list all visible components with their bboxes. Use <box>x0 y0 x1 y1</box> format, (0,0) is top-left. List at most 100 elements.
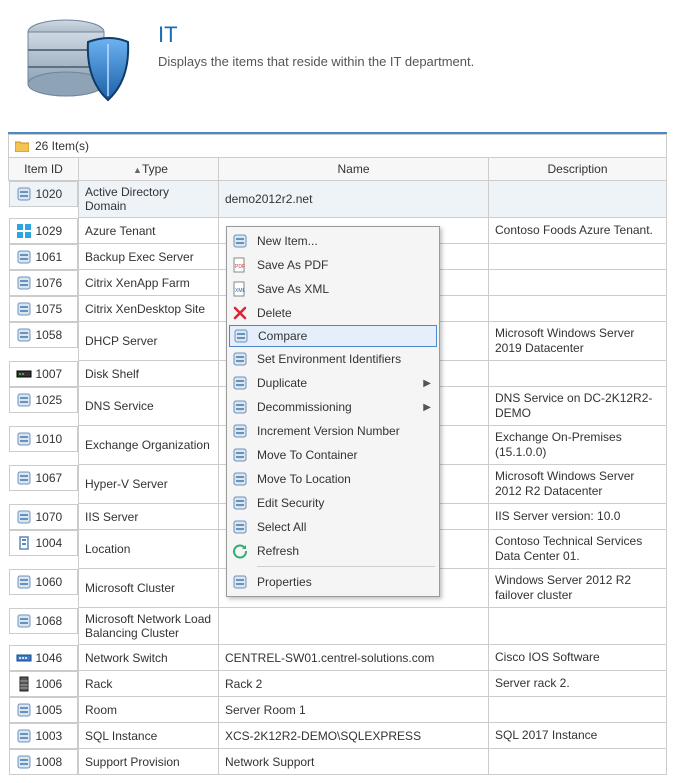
cell-type: Microsoft Network Load Balancing Cluster <box>79 608 219 645</box>
cell-name: Server Room 1 <box>219 697 489 723</box>
context-menu-item[interactable]: Set Environment Identifiers <box>229 347 437 371</box>
column-header-name[interactable]: Name <box>219 158 489 181</box>
xml-icon: XML <box>231 280 249 298</box>
cell-name <box>219 608 489 645</box>
context-menu-item[interactable]: Select All <box>229 515 437 539</box>
sql-icon <box>16 728 32 744</box>
context-menu-label: Save As PDF <box>257 258 431 272</box>
context-menu-label: Move To Container <box>257 448 431 462</box>
table-row[interactable]: 1003SQL InstanceXCS-2K12R2-DEMO\SQLEXPRE… <box>9 723 667 749</box>
cell-description: SQL 2017 Instance <box>489 723 667 749</box>
cell-id: 1020 <box>36 187 63 201</box>
context-menu-item[interactable]: PDF Save As PDF <box>229 253 437 277</box>
column-header-id[interactable]: Item ID <box>9 158 79 181</box>
context-menu-item[interactable]: Decommissioning▶ <box>229 395 437 419</box>
compare-icon <box>232 327 250 345</box>
azure-icon <box>16 223 32 239</box>
table-row[interactable]: 1020Active Directory Domaindemo2012r2.ne… <box>9 181 667 218</box>
page-title: IT <box>158 22 474 48</box>
context-menu-label: Delete <box>257 306 431 320</box>
properties-icon <box>231 573 249 591</box>
context-menu-item[interactable]: Properties <box>229 570 437 594</box>
cell-id: 1076 <box>36 276 63 290</box>
context-menu-item[interactable]: Compare <box>229 325 437 347</box>
context-menu-item[interactable]: XMLSave As XML <box>229 277 437 301</box>
context-menu-item[interactable]: Move To Location <box>229 467 437 491</box>
context-menu-label: Compare <box>258 329 430 343</box>
cell-description: IIS Server version: 10.0 <box>489 504 667 530</box>
cell-type: Hyper-V Server <box>79 465 219 504</box>
exchange-icon <box>16 431 32 447</box>
context-menu-label: Edit Security <box>257 496 431 510</box>
cell-type: DNS Service <box>79 387 219 426</box>
column-header-description[interactable]: Description <box>489 158 667 181</box>
cell-type: Citrix XenApp Farm <box>79 270 219 296</box>
department-icon <box>18 12 138 112</box>
move-location-icon <box>231 470 249 488</box>
context-menu-item[interactable]: Refresh <box>229 539 437 563</box>
cell-id: 1003 <box>36 729 63 743</box>
cell-type: Exchange Organization <box>79 426 219 465</box>
context-menu-item[interactable]: Increment Version Number <box>229 419 437 443</box>
decommission-icon <box>231 398 249 416</box>
context-menu-item[interactable]: Delete <box>229 301 437 325</box>
column-header-type[interactable]: ▲Type <box>79 158 219 181</box>
delete-icon <box>231 304 249 322</box>
folder-icon <box>15 140 29 152</box>
cell-id: 1060 <box>36 575 63 589</box>
cell-type: IIS Server <box>79 504 219 530</box>
ad-domain-icon <box>16 186 32 202</box>
disk-shelf-icon <box>16 366 32 382</box>
table-row[interactable]: 1046Network SwitchCENTREL-SW01.centrel-s… <box>9 645 667 671</box>
cell-description: Microsoft Windows Server 2012 R2 Datacen… <box>489 465 667 504</box>
increment-icon <box>231 422 249 440</box>
table-row[interactable]: 1006RackRack 2Server rack 2. <box>9 671 667 697</box>
context-menu-item[interactable]: New Item... <box>229 229 437 253</box>
context-menu-item[interactable]: Duplicate▶ <box>229 371 437 395</box>
cell-type: Support Provision <box>79 749 219 775</box>
refresh-icon <box>231 542 249 560</box>
context-menu-item[interactable]: Move To Container <box>229 443 437 467</box>
cell-description: Server rack 2. <box>489 671 667 697</box>
cell-type: Azure Tenant <box>79 218 219 244</box>
switch-icon <box>16 650 32 666</box>
backup-icon <box>16 249 32 265</box>
cell-description: Windows Server 2012 R2 failover cluster <box>489 569 667 608</box>
svg-text:XML: XML <box>235 288 246 294</box>
cell-type: Backup Exec Server <box>79 244 219 270</box>
cell-name: Network Support <box>219 749 489 775</box>
cell-description <box>489 749 667 775</box>
sort-asc-icon: ▲ <box>133 165 142 175</box>
cell-id: 1068 <box>36 614 63 628</box>
rack-icon <box>16 676 32 692</box>
page-subtitle: Displays the items that reside within th… <box>158 54 474 69</box>
svg-text:PDF: PDF <box>235 264 245 270</box>
cluster-icon <box>16 574 32 590</box>
table-row[interactable]: 1068 Microsoft Network Load Balancing Clu… <box>9 608 667 645</box>
cell-name: demo2012r2.net <box>219 181 489 218</box>
cell-id: 1029 <box>36 224 63 238</box>
table-row[interactable]: 1008 Support ProvisionNetwork Support <box>9 749 667 775</box>
cell-id: 1058 <box>36 328 63 342</box>
security-icon <box>231 494 249 512</box>
cell-id: 1008 <box>36 755 63 769</box>
cell-description: Cisco IOS Software <box>489 645 667 671</box>
cell-description <box>489 244 667 270</box>
cell-description <box>489 608 667 645</box>
cell-description <box>489 361 667 387</box>
submenu-arrow-icon: ▶ <box>423 378 431 389</box>
context-menu-label: Move To Location <box>257 472 431 486</box>
context-menu-label: Properties <box>257 575 431 589</box>
context-menu-separator <box>257 566 435 567</box>
context-menu-item[interactable]: Edit Security <box>229 491 437 515</box>
cell-id: 1070 <box>36 510 63 524</box>
cell-description <box>489 181 667 218</box>
cell-type: Room <box>79 697 219 723</box>
cell-id: 1005 <box>36 703 63 717</box>
dns-icon <box>16 392 32 408</box>
iis-icon <box>16 509 32 525</box>
cell-id: 1007 <box>36 367 63 381</box>
table-row[interactable]: 1005 RoomServer Room 1 <box>9 697 667 723</box>
nlb-icon <box>16 613 32 629</box>
cell-type: Network Switch <box>79 645 219 671</box>
